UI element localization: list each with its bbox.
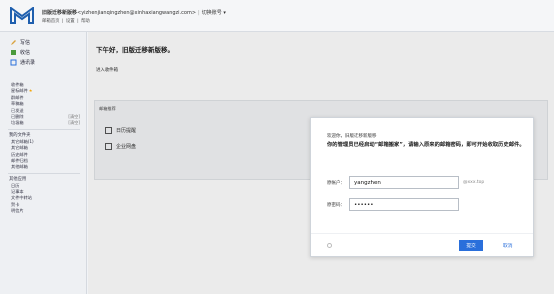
account-email: <yizhenjianqingzhen@xinhaxiangwangzi.com…	[77, 10, 197, 16]
dialog-footer: 提交 取消	[311, 233, 533, 257]
chevron-down-icon[interactable]: ▾	[222, 10, 226, 16]
sidebar-item-spam[interactable]: 垃圾箱 [清空]	[8, 120, 80, 126]
folder-label: 星标邮件	[11, 88, 28, 94]
info-radio[interactable]	[327, 243, 332, 248]
compose-label: 写信	[20, 39, 31, 46]
password-row: 原密码：	[327, 198, 459, 211]
account-input[interactable]	[349, 176, 459, 189]
sidebar-item-folder[interactable]: 其他邮箱	[8, 164, 80, 170]
link-separator: |	[61, 19, 64, 24]
contacts-button[interactable]: 通讯录	[10, 57, 74, 67]
link-separator: |	[77, 19, 79, 24]
apps-title[interactable]: 其他应用	[8, 176, 80, 183]
mail-home-link[interactable]: 邮箱首页	[42, 19, 60, 24]
divider	[8, 128, 80, 130]
help-link[interactable]: 帮助	[81, 19, 90, 24]
sidebar-item-app[interactable]: 明信片	[8, 208, 80, 214]
compose-button[interactable]: 写信	[10, 37, 74, 47]
account-label: 原帐户：	[327, 180, 345, 186]
account-name: 旧版迁移新版移	[42, 10, 78, 16]
account-line: 旧版迁移新版移<yizhenjianqingzhen@xinhaxiangwan…	[42, 9, 226, 16]
folder-nav: 收件箱 星标邮件★ 群邮件 草稿箱 已发送 已删除 [清空] 垃圾箱 [清空] 我的…	[8, 82, 80, 215]
header-separator: |	[198, 10, 200, 16]
empty-spam-link[interactable]: [清空]	[68, 120, 80, 126]
pen-icon	[11, 39, 16, 45]
receive-label: 收信	[20, 49, 31, 56]
password-label: 原密码：	[327, 202, 345, 208]
divider	[8, 172, 80, 174]
compose-group: 写信 收信 通讯录	[10, 37, 74, 69]
contacts-label: 通讯录	[20, 59, 36, 66]
mail-migration-dialog: 欢迎你，旧版迁移新版移 你的管理员已经启动“邮箱搬家”，请输入原来的邮箱密码，即…	[310, 117, 534, 257]
contacts-icon	[10, 59, 17, 65]
star-icon: ★	[28, 88, 33, 94]
folder-label: 垃圾箱	[11, 120, 24, 126]
domain-suffix: @xxx.top	[463, 180, 485, 185]
password-input[interactable]	[349, 198, 459, 211]
header-links: 邮箱首页 | 设置 | 帮助	[42, 18, 91, 24]
switch-account-link[interactable]: 切换账号	[202, 10, 222, 16]
submit-button[interactable]: 提交	[459, 240, 483, 251]
inbox-icon	[11, 49, 16, 55]
top-header: 旧版迁移新版移<yizhenjianqingzhen@xinhaxiangwan…	[0, 0, 554, 32]
mail-logo-icon[interactable]	[10, 7, 34, 24]
dialog-message: 你的管理员已经启动“邮箱搬家”，请输入原来的邮箱密码，即可开始收取历史邮件。	[327, 142, 525, 148]
receive-button[interactable]: 收信	[10, 47, 74, 57]
my-folders-title[interactable]: 我的文件夹	[8, 132, 80, 139]
settings-link[interactable]: 设置	[66, 19, 75, 24]
app-label: 明信片	[11, 208, 24, 214]
dialog-greeting: 欢迎你，旧版迁移新版移	[327, 134, 377, 139]
sidebar: 写信 收信 通讯录 收件箱 星标邮件★ 群邮件 草稿箱 已发送 已删除 [清空] …	[0, 32, 87, 294]
cancel-link[interactable]: 取消	[503, 242, 513, 249]
folder-label: 其他邮箱	[11, 164, 28, 170]
account-row: 原帐户： @xxx.top	[327, 176, 484, 189]
